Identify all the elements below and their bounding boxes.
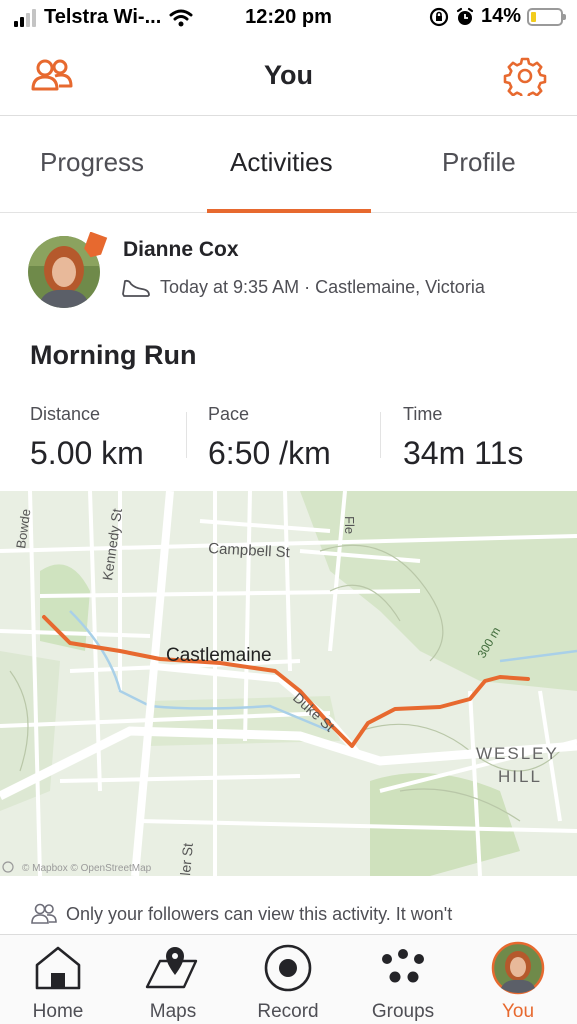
nav-record-label: Record	[257, 1001, 319, 1022]
stat-time-value: 34m 11s	[403, 435, 524, 471]
page-title: You	[264, 60, 313, 90]
nav-groups-label: Groups	[371, 1001, 435, 1022]
map-icon	[145, 947, 198, 989]
nav-maps[interactable]: Maps	[118, 941, 228, 1023]
map-label-town: Castlemaine	[166, 645, 272, 666]
stat-distance-label: Distance	[30, 404, 101, 424]
athlete-avatar[interactable]	[28, 232, 108, 310]
stat-time-label: Time	[403, 404, 443, 424]
map-label-ler: ler St	[177, 842, 196, 876]
activity-time-location: Today at 9:35 AM · Castlemaine, Victoria	[160, 276, 485, 297]
map-label-wesley: WESLEY	[476, 744, 559, 763]
activity-title[interactable]: Morning Run	[30, 340, 196, 371]
top-header: You	[0, 40, 577, 116]
stat-pace-value: 6:50 /km	[208, 435, 331, 471]
privacy-note-text: Only your followers can view this activi…	[66, 903, 453, 924]
nav-home[interactable]: Home	[3, 941, 113, 1023]
battery-icon	[527, 7, 566, 26]
tab-activities[interactable]: Activities	[230, 147, 333, 178]
groups-icon	[382, 949, 424, 983]
home-icon	[35, 946, 81, 990]
alarm-icon	[456, 7, 474, 25]
tab-active-indicator	[207, 209, 371, 213]
stat-divider	[186, 412, 187, 458]
map-label-fle: Fle	[342, 516, 357, 534]
status-bar: Telstra Wi-... 12:20 pm 14%	[0, 0, 577, 36]
stat-distance: Distance 5.00 km	[30, 404, 144, 472]
record-icon	[264, 944, 312, 992]
nav-maps-label: Maps	[149, 1001, 197, 1022]
activity-meta: Today at 9:35 AM · Castlemaine, Victoria	[120, 275, 485, 299]
athlete-name[interactable]: Dianne Cox	[123, 238, 239, 262]
nav-record[interactable]: Record	[233, 941, 343, 1023]
tab-profile[interactable]: Profile	[442, 147, 516, 178]
followers-icon	[31, 903, 57, 924]
tab-bar: Progress Activities Profile	[0, 117, 577, 213]
shoe-icon	[122, 279, 150, 297]
nav-you-label: You	[501, 1001, 535, 1022]
privacy-note: Only your followers can view this activi…	[30, 902, 452, 926]
stat-pace: Pace 6:50 /km	[208, 404, 331, 472]
map-attribution: © Mapbox © OpenStreetMap	[22, 863, 152, 874]
tab-progress[interactable]: Progress	[40, 147, 144, 178]
bottom-nav: Home Maps Record Groups You	[0, 934, 577, 1024]
stat-pace-label: Pace	[208, 404, 250, 424]
nav-groups[interactable]: Groups	[348, 941, 458, 1023]
stat-time: Time 34m 11s	[403, 404, 523, 472]
avatar-icon	[491, 941, 545, 995]
subscriber-badge-icon	[84, 232, 108, 258]
stat-distance-value: 5.00 km	[30, 435, 144, 471]
battery-percent: 14%	[480, 5, 521, 27]
gear-icon[interactable]	[503, 56, 547, 96]
map-label-hill: HILL	[498, 767, 542, 786]
nav-home-label: Home	[32, 1001, 84, 1022]
nav-you[interactable]: You	[463, 941, 573, 1023]
route-map[interactable]: Castlemaine Campbell St Kennedy St Bowde…	[0, 491, 577, 876]
rotation-lock-icon	[429, 7, 449, 26]
stat-divider	[380, 412, 381, 458]
